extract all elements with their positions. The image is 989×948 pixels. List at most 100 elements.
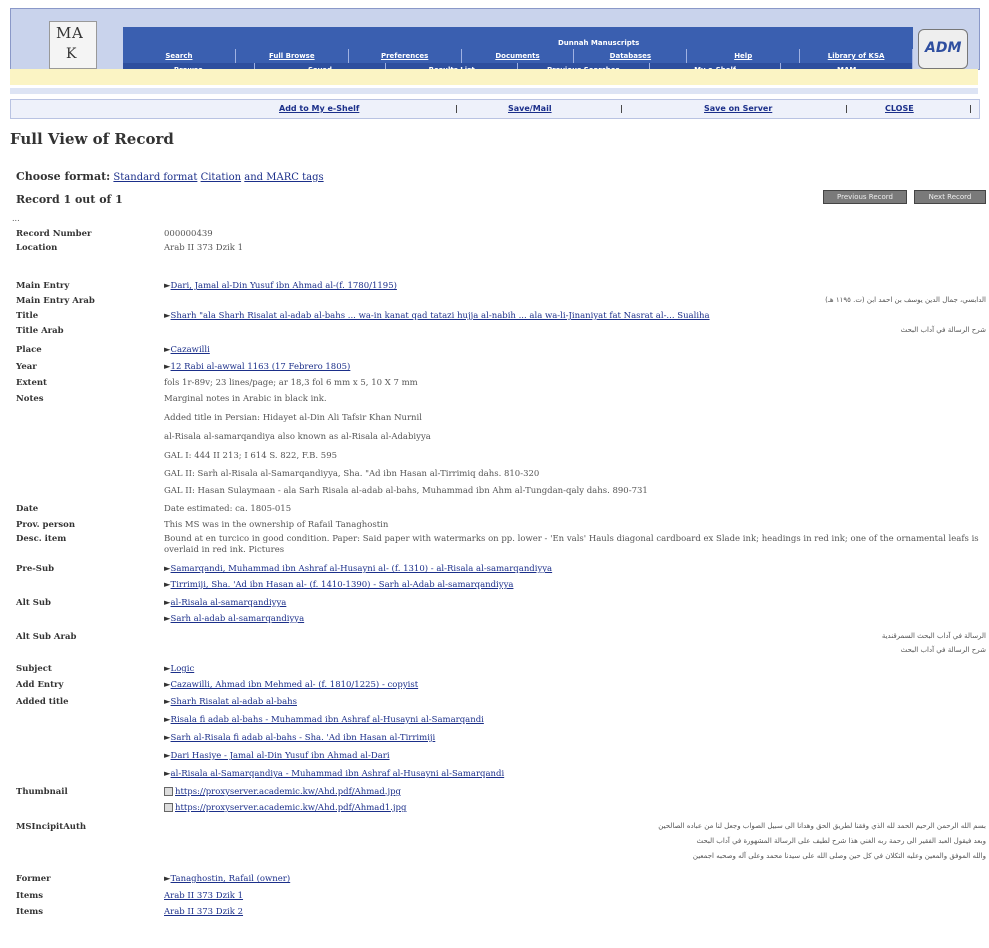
items-link[interactable]: Arab II 373 Dzik 1	[164, 891, 243, 901]
record-count: Record 1 out of 1	[16, 193, 123, 206]
field-label: Year	[16, 362, 37, 372]
field-label: Former	[16, 874, 51, 884]
nav-link-help[interactable]: Help	[734, 52, 752, 60]
field-label: Items	[16, 891, 44, 901]
items-link[interactable]: Arab II 373 Dzik 2	[164, 907, 243, 917]
format-standard-link[interactable]: Standard format	[113, 172, 197, 183]
record-action-bar: Add to My e-Shelf | Save/Mail | Save on …	[10, 99, 980, 119]
thumbnail-link[interactable]: https://proxyserver.academic.kw/Ahd.pdf/…	[175, 803, 406, 813]
save-mail-link[interactable]: Save/Mail	[508, 104, 552, 113]
field-added-title-cont: ►al-Risala al-Samarqandiya - Muhammad ib…	[16, 769, 986, 781]
action-separator: |	[620, 104, 623, 113]
field-title-arab: Title Arab شرح الرسالة في آداب البحث	[16, 326, 986, 338]
field-value: Date estimated: ca. 1805-015	[164, 504, 292, 514]
alt-sub-link[interactable]: Sarh al-adab al-samarqandiyya	[171, 614, 305, 624]
previous-record-button[interactable]: Previous Record	[823, 190, 907, 204]
nav-library: Library of KSA	[800, 49, 914, 63]
field-label: Date	[16, 504, 39, 514]
note-line: GAL II: Sarh al-Risala al-Samarqandiyya,…	[164, 469, 540, 479]
field-record-number: Record Number 000000439	[16, 229, 986, 241]
close-link[interactable]: CLOSE	[885, 104, 914, 113]
nav-link-full-browse[interactable]: Full Browse	[269, 52, 315, 60]
field-alt-sub: Alt Sub ►al-Risala al-samarqandiyya	[16, 598, 986, 610]
field-label: Extent	[16, 378, 47, 388]
note-line: Added title in Persian: Hidayet al-Din A…	[164, 413, 422, 423]
field-value-arabic: شرح الرسالة في آداب البحث	[900, 646, 986, 654]
page-title: Full View of Record	[10, 130, 174, 148]
save-on-server-link[interactable]: Save on Server	[704, 104, 772, 113]
field-notes: Notes Marginal notes in Arabic in black …	[16, 394, 986, 406]
added-title-link[interactable]: Risala fi adab al-bahs - Muhammad ibn As…	[171, 715, 484, 725]
add-to-eshelf-link[interactable]: Add to My e-Shelf	[279, 104, 359, 113]
nav-link-library[interactable]: Library of KSA	[828, 52, 885, 60]
field-label: Alt Sub Arab	[16, 632, 77, 642]
field-label: Alt Sub	[16, 598, 51, 608]
title-link[interactable]: Sharh "ala Sharh Risalat al-adab al-bahs…	[171, 311, 710, 321]
year-link[interactable]: 12 Rabi al-awwal 1163 (17 Febrero 1805)	[171, 362, 351, 372]
field-ms-incipit: MSIncipitAuth بسم الله الرحمن الرحيم الح…	[16, 822, 986, 834]
thumbnail-link[interactable]: https://proxyserver.academic.kw/Ahd.pdf/…	[175, 787, 401, 797]
field-label: Main Entry Arab	[16, 296, 95, 306]
added-title-link[interactable]: Sharh Risalat al-adab al-bahs	[171, 697, 297, 707]
action-separator: |	[845, 104, 848, 113]
field-value-arabic: الرسالة في آداب البحث السمرقندية	[881, 632, 986, 640]
added-title-link[interactable]: al-Risala al-Samarqandiya - Muhammad ibn…	[171, 769, 505, 779]
ellipsis: ...	[12, 214, 20, 223]
field-prov-person: Prov. person This MS was in the ownershi…	[16, 520, 986, 532]
pre-sub-link[interactable]: Tirrimiji, Sha. 'Ad ibn Hasan al- (f. 14…	[171, 580, 514, 590]
logo-letter-a: A	[72, 24, 83, 42]
field-value-arabic: شرح الرسالة في آداب البحث	[900, 326, 986, 334]
format-citation-link[interactable]: Citation	[201, 172, 242, 183]
field-notes-cont: Added title in Persian: Hidayet al-Din A…	[16, 413, 986, 425]
field-main-entry-arab: Main Entry Arab الدابسي، جمال الدين يوسف…	[16, 296, 986, 308]
adm-logo-text: ADM	[925, 40, 962, 56]
main-entry-link[interactable]: Dari, Jamal al-Din Yusuf ibn Ahmad al-(f…	[171, 281, 397, 291]
nav-documents: Documents	[462, 49, 575, 63]
site-title: Dunnah Manuscripts	[558, 39, 640, 47]
field-label: Title Arab	[16, 326, 64, 336]
nav-search: Search	[123, 49, 236, 63]
next-record-button[interactable]: Next Record	[914, 190, 986, 204]
nav-link-search[interactable]: Search	[165, 52, 192, 60]
field-main-entry: Main Entry ►Dari, Jamal al-Din Yusuf ibn…	[16, 281, 986, 293]
field-add-entry: Add Entry ►Cazawilli, Ahmad ibn Mehmed a…	[16, 680, 986, 692]
format-chooser: Choose format: Standard format Citation …	[16, 170, 324, 183]
image-icon	[164, 787, 173, 796]
field-label: Record Number	[16, 229, 92, 239]
field-alt-sub-arab-cont: شرح الرسالة في آداب البحث	[16, 646, 986, 658]
field-ms-incipit-cont: وبعد فيقول العبد الفقير الى رحمة ربه الغ…	[16, 837, 986, 849]
field-former: Former ►Tanaghostin, Rafail (owner)	[16, 874, 986, 886]
field-place: Place ►Cazawilli	[16, 345, 986, 357]
add-entry-link[interactable]: Cazawilli, Ahmad ibn Mehmed al- (f. 1810…	[171, 680, 419, 690]
field-added-title-cont: ►Sarh al-Risala fi adab al-bahs - Sha. '…	[16, 733, 986, 745]
added-title-link[interactable]: Sarh al-Risala fi adab al-bahs - Sha. 'A…	[171, 733, 436, 743]
field-value: This MS was in the ownership of Rafail T…	[164, 520, 389, 530]
field-label: Prov. person	[16, 520, 76, 530]
nav-link-documents[interactable]: Documents	[495, 52, 539, 60]
note-line: al-Risala al-samarqandiya also known as …	[164, 432, 431, 442]
field-label: Place	[16, 345, 42, 355]
added-title-link[interactable]: Dari Hasiye - Jamal al-Din Yusuf ibn Ahm…	[171, 751, 390, 761]
pre-sub-link[interactable]: Samarqandi, Muhammad ibn Ashraf al-Husay…	[171, 564, 553, 574]
field-label: Thumbnail	[16, 787, 68, 797]
former-link[interactable]: Tanaghostin, Rafail (owner)	[171, 874, 291, 884]
adm-logo[interactable]: ADM	[918, 29, 968, 69]
field-value-arabic: الدابسي، جمال الدين يوسف بن احمد ابن (ت.…	[825, 296, 986, 304]
note-line: GAL I: 444 II 213; I 614 S. 822, F.B. 59…	[164, 451, 338, 461]
action-separator: |	[455, 104, 458, 113]
field-items: Items Arab II 373 Dzik 2	[16, 907, 986, 919]
alt-sub-link[interactable]: al-Risala al-samarqandiyya	[171, 598, 287, 608]
nav-full-browse: Full Browse	[236, 49, 349, 63]
nav-link-preferences[interactable]: Preferences	[381, 52, 428, 60]
format-marc-link[interactable]: and MARC tags	[244, 172, 323, 183]
subject-link[interactable]: Logic	[171, 664, 195, 674]
field-extent: Extent fols 1r-89v; 23 lines/page; ar 18…	[16, 378, 986, 390]
field-desc-item: Desc. item Bound at en turcico in good c…	[16, 534, 986, 558]
notice-banner	[10, 69, 978, 85]
library-logo[interactable]: M A K	[49, 21, 97, 69]
nav-link-databases[interactable]: Databases	[610, 52, 651, 60]
field-items: Items Arab II 373 Dzik 1	[16, 891, 986, 903]
field-added-title: Added title ►Sharh Risalat al-adab al-ba…	[16, 697, 986, 709]
place-link[interactable]: Cazawilli	[171, 345, 210, 355]
field-subject: Subject ►Logic	[16, 664, 986, 676]
